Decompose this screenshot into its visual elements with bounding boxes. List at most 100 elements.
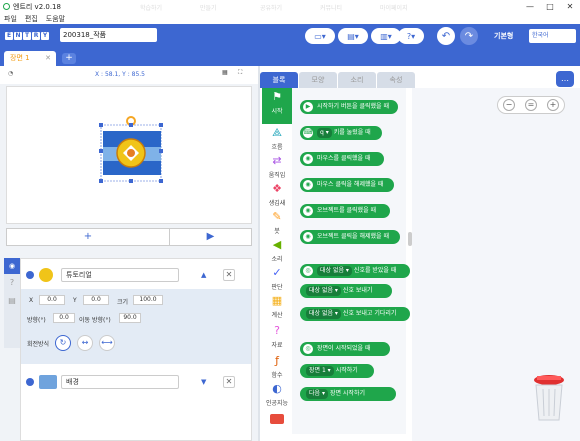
mouse-icon: ◉	[303, 206, 313, 216]
block-when-object-released[interactable]: ◉ 오브젝트 클릭을 해제했을 때	[300, 230, 400, 244]
ghost-tab: 만들기	[200, 5, 217, 12]
redo-button[interactable]: ↷	[460, 27, 478, 45]
category-label: 붓	[274, 228, 280, 235]
hardware-icon[interactable]	[270, 414, 284, 424]
object-row-tutorial[interactable]: 튜토리얼 ▲ ✕	[21, 262, 251, 288]
scene-dropdown[interactable]: 다음 ▾	[306, 389, 328, 399]
add-scene-button[interactable]: +	[62, 53, 76, 64]
minimize-button[interactable]: —	[520, 0, 540, 13]
rotate-none-button[interactable]: ⟷	[99, 335, 115, 351]
brand-letter: E	[5, 32, 13, 40]
block-text: 장면 시작하기	[329, 390, 365, 397]
undo-button[interactable]: ↶	[437, 27, 455, 45]
panel-divider[interactable]	[258, 66, 260, 441]
block-text: 신호를 받았을 때	[353, 267, 397, 274]
project-name-input[interactable]: 200318_작품	[60, 28, 157, 42]
object-row-background[interactable]: 배경 ▼ ✕	[21, 369, 251, 395]
close-window-button[interactable]: ✕	[560, 0, 580, 13]
tab-shapes[interactable]: 모양	[299, 72, 337, 88]
language-select[interactable]: 한국어	[529, 29, 576, 43]
list-tab-icon[interactable]: ▤	[4, 292, 20, 310]
delete-object-button[interactable]: ✕	[223, 376, 235, 388]
block-send-signal-and-wait[interactable]: 대상 없음 ▾ 신호 보내고 기다리기	[300, 307, 410, 321]
save-menu-button[interactable]: ▤▾	[338, 28, 368, 44]
looks-icon: ❖	[272, 182, 282, 195]
key-dropdown[interactable]: q ▾	[317, 128, 332, 138]
ai-icon: ◐	[272, 382, 282, 395]
undo-icon: ↶	[441, 30, 451, 42]
new-project-menu-button[interactable]: ▭▾	[305, 28, 335, 44]
help-tab-icon[interactable]: ?	[4, 274, 20, 292]
direction-input[interactable]: 0.0	[53, 313, 75, 323]
grid-icon[interactable]: ▦	[222, 69, 228, 76]
scene-tab[interactable]: 장면 1 ✕	[4, 51, 56, 66]
block-when-scene-started[interactable]: ◎ 장면이 시작되었을 때	[300, 342, 390, 356]
collapse-arrow-icon[interactable]: ▲	[201, 271, 206, 279]
signal-dropdown[interactable]: 대상 없음 ▾	[306, 309, 341, 319]
zoom-in-button[interactable]: +	[547, 99, 559, 111]
zoom-controls: − = +	[497, 96, 565, 114]
speed-icon[interactable]: ◔	[8, 70, 13, 77]
rotate-horizontal-button[interactable]: ↔	[77, 335, 93, 351]
trash-icon[interactable]	[532, 372, 566, 422]
block-send-signal[interactable]: 대상 없음 ▾ 신호 보내기	[300, 284, 392, 298]
size-input[interactable]: 100.0	[133, 295, 163, 305]
category-label: 함수	[271, 372, 283, 379]
block-start-scene[interactable]: 장면 1 ▾ 시작하기	[300, 364, 374, 378]
ghost-tab: 학습하기	[140, 5, 163, 12]
print-menu-button[interactable]: ▥▾	[371, 28, 401, 44]
category-label: 움직임	[268, 172, 286, 179]
expand-arrow-icon[interactable]: ▼	[201, 378, 206, 386]
zoom-out-button[interactable]: −	[503, 99, 515, 111]
help-menu-button[interactable]: ?▾	[398, 28, 424, 44]
add-object-button[interactable]: +	[7, 229, 170, 245]
scene-close-icon[interactable]: ✕	[45, 51, 51, 66]
print-icon: ▥▾	[380, 31, 392, 41]
rotate-free-button[interactable]: ↻	[55, 335, 71, 351]
block-when-start-clicked[interactable]: ▶ 시작하기 버튼을 클릭했을 때	[300, 100, 398, 114]
ghost-tab: 커뮤니티	[320, 5, 343, 12]
run-button[interactable]: ▶	[170, 229, 251, 245]
signal-dropdown[interactable]: 대상 없음 ▾	[317, 266, 352, 276]
tab-blocks[interactable]: 블록	[260, 72, 298, 88]
y-input[interactable]: 0.0	[83, 295, 109, 305]
tab-sounds[interactable]: 소리	[338, 72, 376, 88]
visibility-icon[interactable]	[26, 271, 34, 279]
object-name-field[interactable]: 배경	[61, 375, 179, 389]
mode-select[interactable]: 기본형	[494, 31, 513, 41]
menu-help[interactable]: 도움말	[46, 14, 65, 24]
menu-file[interactable]: 파일	[4, 14, 17, 24]
sound-icon: ◀	[272, 238, 282, 251]
menu-bar: 파일 편집 도움말	[0, 13, 580, 24]
tutorial-sprite[interactable]	[7, 87, 253, 225]
window-title: 엔트리 v2.0.18	[13, 2, 61, 11]
signal-dropdown[interactable]: 대상 없음 ▾	[306, 286, 341, 296]
zoom-reset-button[interactable]: =	[525, 99, 537, 111]
block-when-mouse-released[interactable]: ◉ 마우스 클릭을 해제했을 때	[300, 178, 394, 192]
block-when-mouse-clicked[interactable]: ◉ 마우스를 클릭했을 때	[300, 152, 384, 166]
block-start-next-scene[interactable]: 다음 ▾ 장면 시작하기	[300, 387, 396, 401]
tab-properties[interactable]: 속성	[377, 72, 415, 88]
block-when-signal-received[interactable]: ◎ 대상 없음 ▾ 신호를 받았을 때	[300, 264, 410, 278]
category-label: 자료	[271, 342, 283, 349]
category-start[interactable]: ⚑ 시작	[262, 88, 292, 124]
delete-object-button[interactable]: ✕	[223, 269, 235, 281]
block-when-key-pressed[interactable]: ⌨ q ▾ 키를 눌렀을 때	[300, 126, 382, 140]
chat-help-icon[interactable]: …	[556, 71, 574, 87]
block-text: 시작하기 버튼을 클릭했을 때	[317, 103, 389, 110]
menu-edit[interactable]: 편집	[25, 14, 38, 24]
maximize-button[interactable]: □	[540, 0, 560, 13]
category-ai[interactable]: ◐ 인공지능	[262, 380, 292, 416]
ghost-tab: 마이페이지	[380, 5, 408, 12]
stage-canvas[interactable]	[6, 86, 252, 224]
stage-info-bar: ◔ X : 58.1, Y : 85.5 ▦ ⛶	[0, 66, 258, 84]
object-name-field[interactable]: 튜토리얼	[61, 268, 179, 282]
move-direction-input[interactable]: 90.0	[119, 313, 141, 323]
visibility-icon[interactable]	[26, 378, 34, 386]
x-input[interactable]: 0.0	[39, 295, 65, 305]
fullscreen-icon[interactable]: ⛶	[238, 69, 242, 77]
category-label: 생김새	[268, 200, 286, 207]
block-when-object-clicked[interactable]: ◉ 오브젝트를 클릭했을 때	[300, 204, 390, 218]
object-tab-icon[interactable]: ◉	[4, 258, 20, 274]
scene-dropdown[interactable]: 장면 1 ▾	[306, 366, 334, 376]
